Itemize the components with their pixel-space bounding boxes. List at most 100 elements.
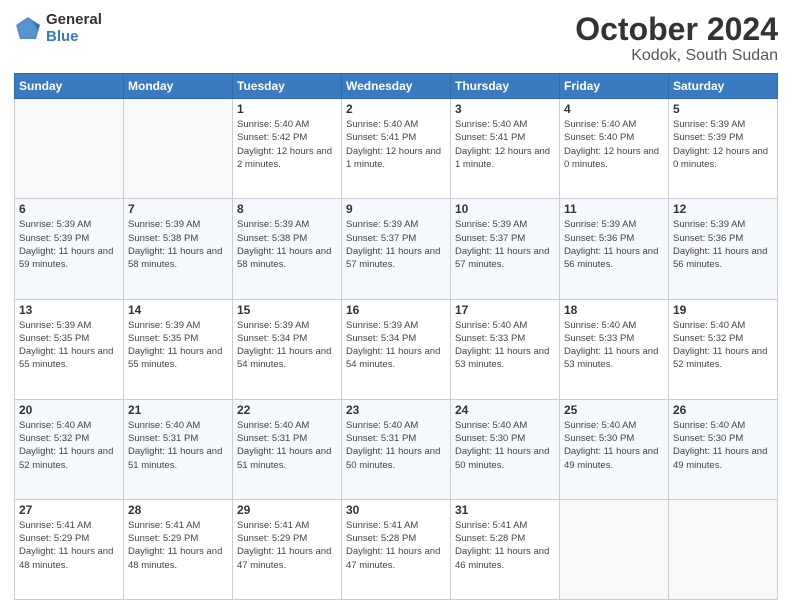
day-number: 27 — [19, 503, 119, 517]
calendar-week-4: 27 Sunrise: 5:41 AM Sunset: 5:29 PM Dayli… — [15, 499, 778, 599]
calendar-cell: 5Sunrise: 5:39 AM Sunset: 5:39 PM Daylig… — [669, 99, 778, 199]
logo: General Blue — [14, 12, 102, 45]
day-number: 16 — [346, 303, 446, 317]
day-info: Sunrise: 5:39 AM Sunset: 5:37 PM Dayligh… — [346, 218, 446, 271]
calendar-cell: 11Sunrise: 5:39 AM Sunset: 5:36 PM Dayli… — [560, 199, 669, 299]
day-number: 28 — [128, 503, 228, 517]
calendar-cell: 17 Sunrise: 5:40 AM Sunset: 5:33 PM Dayli… — [451, 299, 560, 399]
day-number: 13 — [19, 303, 119, 317]
calendar-cell: 6Sunrise: 5:39 AM Sunset: 5:39 PM Daylig… — [15, 199, 124, 299]
calendar-cell: 14 Sunrise: 5:39 AM Sunset: 5:35 PM Dayli… — [124, 299, 233, 399]
day-info: Sunrise: 5:40 AM Sunset: 5:42 PM Dayligh… — [237, 118, 337, 171]
day-info: Sunrise: 5:40 AM Sunset: 5:41 PM Dayligh… — [346, 118, 446, 171]
day-info: Sunrise: 5:40 AM Sunset: 5:33 PM Dayligh… — [455, 319, 555, 372]
day-info: Sunrise: 5:39 AM Sunset: 5:35 PM Dayligh… — [19, 319, 119, 372]
calendar-cell: 26Sunrise: 5:40 AM Sunset: 5:30 PM Dayli… — [669, 399, 778, 499]
calendar-cell: 7Sunrise: 5:39 AM Sunset: 5:38 PM Daylig… — [124, 199, 233, 299]
logo-icon — [14, 15, 42, 43]
day-info: Sunrise: 5:39 AM Sunset: 5:38 PM Dayligh… — [237, 218, 337, 271]
logo-text: General Blue — [46, 12, 102, 45]
day-number: 29 — [237, 503, 337, 517]
day-number: 8 — [237, 202, 337, 216]
calendar-cell: 16Sunrise: 5:39 AM Sunset: 5:34 PM Dayli… — [342, 299, 451, 399]
calendar-week-3: 20 Sunrise: 5:40 AM Sunset: 5:32 PM Dayli… — [15, 399, 778, 499]
day-number: 3 — [455, 102, 555, 116]
calendar-cell — [560, 499, 669, 599]
day-number: 22 — [237, 403, 337, 417]
calendar-cell: 18 Sunrise: 5:40 AM Sunset: 5:33 PM Dayli… — [560, 299, 669, 399]
day-info: Sunrise: 5:40 AM Sunset: 5:33 PM Dayligh… — [564, 319, 664, 372]
calendar-cell: 8 Sunrise: 5:39 AM Sunset: 5:38 PM Daylig… — [233, 199, 342, 299]
day-number: 15 — [237, 303, 337, 317]
calendar-cell: 30Sunrise: 5:41 AM Sunset: 5:28 PM Dayli… — [342, 499, 451, 599]
day-number: 20 — [19, 403, 119, 417]
col-saturday: Saturday — [669, 74, 778, 99]
page: General Blue October 2024 Kodok, South S… — [0, 0, 792, 612]
day-number: 18 — [564, 303, 664, 317]
day-info: Sunrise: 5:40 AM Sunset: 5:30 PM Dayligh… — [455, 419, 555, 472]
calendar-cell: 23 Sunrise: 5:40 AM Sunset: 5:31 PM Dayli… — [342, 399, 451, 499]
col-thursday: Thursday — [451, 74, 560, 99]
day-number: 6 — [19, 202, 119, 216]
calendar-cell — [669, 499, 778, 599]
calendar-cell: 12Sunrise: 5:39 AM Sunset: 5:36 PM Dayli… — [669, 199, 778, 299]
logo-general: General — [46, 12, 102, 29]
day-number: 10 — [455, 202, 555, 216]
calendar-cell: 10Sunrise: 5:39 AM Sunset: 5:37 PM Dayli… — [451, 199, 560, 299]
calendar-week-1: 6Sunrise: 5:39 AM Sunset: 5:39 PM Daylig… — [15, 199, 778, 299]
day-info: Sunrise: 5:40 AM Sunset: 5:30 PM Dayligh… — [673, 419, 773, 472]
day-info: Sunrise: 5:41 AM Sunset: 5:28 PM Dayligh… — [346, 519, 446, 572]
col-sunday: Sunday — [15, 74, 124, 99]
col-friday: Friday — [560, 74, 669, 99]
calendar-cell — [124, 99, 233, 199]
day-info: Sunrise: 5:39 AM Sunset: 5:35 PM Dayligh… — [128, 319, 228, 372]
calendar-cell: 15 Sunrise: 5:39 AM Sunset: 5:34 PM Dayli… — [233, 299, 342, 399]
day-number: 17 — [455, 303, 555, 317]
calendar-cell: 31 Sunrise: 5:41 AM Sunset: 5:28 PM Dayli… — [451, 499, 560, 599]
day-info: Sunrise: 5:40 AM Sunset: 5:31 PM Dayligh… — [237, 419, 337, 472]
header-row: Sunday Monday Tuesday Wednesday Thursday… — [15, 74, 778, 99]
day-info: Sunrise: 5:40 AM Sunset: 5:31 PM Dayligh… — [346, 419, 446, 472]
calendar-cell: 27Sunrise: 5:41 AM Sunset: 5:29 PM Dayli… — [15, 499, 124, 599]
calendar-cell: 25 Sunrise: 5:40 AM Sunset: 5:30 PM Dayli… — [560, 399, 669, 499]
day-info: Sunrise: 5:39 AM Sunset: 5:36 PM Dayligh… — [564, 218, 664, 271]
logo-blue: Blue — [46, 29, 102, 46]
day-number: 23 — [346, 403, 446, 417]
day-info: Sunrise: 5:40 AM Sunset: 5:30 PM Dayligh… — [564, 419, 664, 472]
calendar-cell: 4 Sunrise: 5:40 AM Sunset: 5:40 PM Daylig… — [560, 99, 669, 199]
header: General Blue October 2024 Kodok, South S… — [14, 12, 778, 65]
day-number: 12 — [673, 202, 773, 216]
day-number: 21 — [128, 403, 228, 417]
calendar-cell: 29 Sunrise: 5:41 AM Sunset: 5:29 PM Dayli… — [233, 499, 342, 599]
calendar-cell: 3Sunrise: 5:40 AM Sunset: 5:41 PM Daylig… — [451, 99, 560, 199]
day-info: Sunrise: 5:40 AM Sunset: 5:40 PM Dayligh… — [564, 118, 664, 171]
calendar-body: 1Sunrise: 5:40 AM Sunset: 5:42 PM Daylig… — [15, 99, 778, 600]
title-block: October 2024 Kodok, South Sudan — [575, 12, 778, 65]
calendar-cell: 9 Sunrise: 5:39 AM Sunset: 5:37 PM Daylig… — [342, 199, 451, 299]
day-info: Sunrise: 5:39 AM Sunset: 5:34 PM Dayligh… — [237, 319, 337, 372]
day-info: Sunrise: 5:40 AM Sunset: 5:32 PM Dayligh… — [19, 419, 119, 472]
calendar-week-2: 13 Sunrise: 5:39 AM Sunset: 5:35 PM Dayli… — [15, 299, 778, 399]
calendar-cell — [15, 99, 124, 199]
calendar-cell: 21 Sunrise: 5:40 AM Sunset: 5:31 PM Dayli… — [124, 399, 233, 499]
day-number: 31 — [455, 503, 555, 517]
calendar-cell: 28 Sunrise: 5:41 AM Sunset: 5:29 PM Dayli… — [124, 499, 233, 599]
day-number: 4 — [564, 102, 664, 116]
day-info: Sunrise: 5:41 AM Sunset: 5:29 PM Dayligh… — [237, 519, 337, 572]
col-wednesday: Wednesday — [342, 74, 451, 99]
calendar-week-0: 1Sunrise: 5:40 AM Sunset: 5:42 PM Daylig… — [15, 99, 778, 199]
calendar-cell: 22 Sunrise: 5:40 AM Sunset: 5:31 PM Dayli… — [233, 399, 342, 499]
calendar-header: Sunday Monday Tuesday Wednesday Thursday… — [15, 74, 778, 99]
subtitle: Kodok, South Sudan — [575, 47, 778, 65]
day-number: 9 — [346, 202, 446, 216]
day-info: Sunrise: 5:41 AM Sunset: 5:28 PM Dayligh… — [455, 519, 555, 572]
day-info: Sunrise: 5:40 AM Sunset: 5:31 PM Dayligh… — [128, 419, 228, 472]
day-info: Sunrise: 5:41 AM Sunset: 5:29 PM Dayligh… — [128, 519, 228, 572]
calendar-cell: 24Sunrise: 5:40 AM Sunset: 5:30 PM Dayli… — [451, 399, 560, 499]
day-number: 19 — [673, 303, 773, 317]
day-number: 2 — [346, 102, 446, 116]
day-number: 14 — [128, 303, 228, 317]
day-number: 25 — [564, 403, 664, 417]
day-number: 5 — [673, 102, 773, 116]
day-number: 7 — [128, 202, 228, 216]
